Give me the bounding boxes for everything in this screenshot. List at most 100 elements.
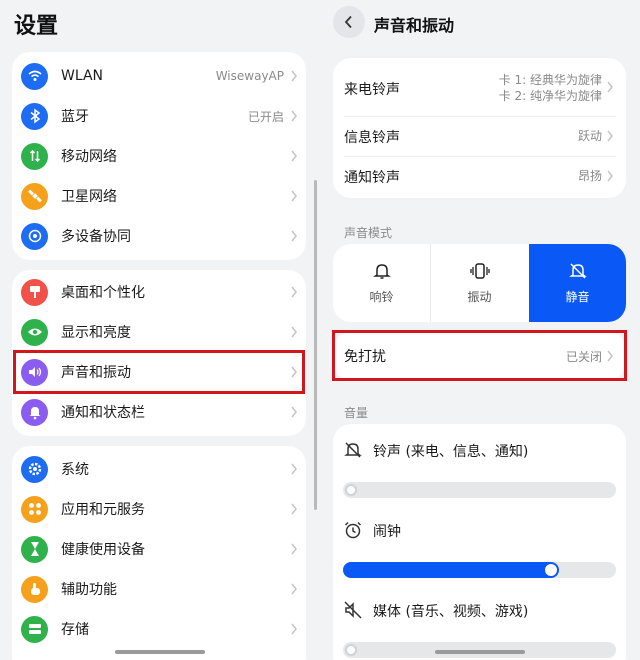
ringtone-value-sim1: 卡 1: 经典华为旋律: [498, 73, 602, 87]
bell-icon: [21, 398, 48, 426]
chevron-right-icon: [291, 463, 297, 475]
bell-icon: [372, 263, 391, 279]
wifi-icon: [21, 62, 48, 90]
apps-icon: [21, 495, 48, 523]
mode-vibrate[interactable]: 振动: [431, 244, 528, 322]
slider-thumb[interactable]: [345, 644, 357, 656]
settings-item-satellite[interactable]: 卫星网络: [12, 176, 306, 216]
settings-item-desktop[interactable]: 桌面和个性化: [12, 272, 306, 312]
chevron-right-icon: [291, 190, 297, 202]
eye-icon: [21, 318, 48, 346]
settings-item-label: 健康使用设备: [61, 542, 145, 558]
settings-group-connectivity: WLAN WisewayAP 蓝牙 已开启 移动网络 卫星网络 多设备协同: [12, 52, 306, 260]
ringtone-label: 通知铃声: [344, 170, 400, 186]
chevron-right-icon: [291, 70, 297, 82]
settings-item-label: WLAN: [61, 68, 104, 84]
mode-silent[interactable]: 静音: [529, 244, 626, 322]
ringtone-label: 来电铃声: [344, 82, 400, 98]
highlight-box-sound: [13, 350, 305, 394]
settings-group-system: 系统 应用和元服务 健康使用设备 辅助功能 存储: [12, 446, 306, 660]
settings-item-label: 通知和状态栏: [61, 405, 145, 421]
speaker-muted-icon: [344, 601, 362, 619]
satellite-icon: [21, 182, 48, 210]
settings-item-value: 已开启: [247, 109, 284, 124]
chevron-right-icon: [291, 150, 297, 162]
slider-thumb[interactable]: [345, 484, 357, 496]
ringtone-row-notification[interactable]: 通知铃声 昂扬: [333, 156, 626, 196]
chevron-right-icon: [291, 543, 297, 555]
mode-label: 振动: [467, 289, 492, 304]
settings-item-label: 应用和元服务: [61, 502, 145, 518]
settings-item-label: 移动网络: [61, 149, 117, 165]
chevron-right-icon: [291, 110, 297, 122]
settings-item-label: 辅助功能: [61, 582, 117, 598]
settings-item-value: WisewayAP: [215, 69, 284, 83]
volume-card: 铃声 (来电、信息、通知) 闹钟 媒体 (音乐、视频、游戏): [333, 424, 626, 660]
settings-item-label: 卫星网络: [61, 189, 117, 205]
ringtone-card: 来电铃声 卡 1: 经典华为旋律 卡 2: 纯净华为旋律 信息铃声 跃动 通知铃…: [333, 58, 626, 198]
chevron-right-icon: [607, 81, 613, 93]
chevron-right-icon: [291, 286, 297, 298]
ringtone-label: 信息铃声: [344, 130, 400, 146]
page-title: 设置: [14, 14, 59, 39]
multi-device-icon: [21, 222, 48, 250]
settings-item-notifications[interactable]: 通知和状态栏: [12, 392, 306, 432]
chevron-right-icon: [291, 406, 297, 418]
volume-label: 媒体 (音乐、视频、游戏): [373, 604, 529, 620]
settings-item-health[interactable]: 健康使用设备: [12, 529, 306, 569]
bell-muted-icon: [344, 442, 362, 458]
chevron-right-icon: [607, 130, 613, 142]
settings-item-label: 显示和亮度: [61, 325, 131, 341]
settings-item-label: 桌面和个性化: [61, 285, 145, 301]
settings-item-multi-device[interactable]: 多设备协同: [12, 216, 306, 256]
left-scrollbar[interactable]: [314, 180, 317, 510]
chevron-right-icon: [607, 170, 613, 182]
ringtone-value: 卡 1: 经典华为旋律 卡 2: 纯净华为旋律: [499, 72, 602, 104]
slider-fill: [343, 562, 559, 578]
right-home-indicator[interactable]: [435, 650, 525, 654]
settings-item-mobile-network[interactable]: 移动网络: [12, 136, 306, 176]
brush-icon: [21, 278, 48, 306]
vibrate-icon: [469, 262, 490, 279]
settings-item-label: 蓝牙: [61, 109, 89, 125]
settings-item-label: 多设备协同: [61, 229, 131, 245]
volume-slider-alarm[interactable]: [343, 562, 616, 578]
settings-item-label: 系统: [61, 462, 89, 478]
settings-item-accessibility[interactable]: 辅助功能: [12, 569, 306, 609]
highlight-box-dnd: [332, 330, 627, 381]
settings-item-label: 存储: [61, 622, 89, 638]
hourglass-icon: [21, 535, 48, 563]
mode-label: 响铃: [369, 289, 394, 304]
settings-item-bluetooth[interactable]: 蓝牙 已开启: [12, 96, 306, 136]
slider-thumb[interactable]: [544, 564, 557, 576]
mode-label: 静音: [565, 289, 590, 304]
settings-item-system[interactable]: 系统: [12, 449, 306, 489]
left-home-indicator[interactable]: [115, 650, 205, 654]
ringtone-value-sim2: 卡 2: 纯净华为旋律: [498, 89, 602, 103]
hand-icon: [21, 575, 48, 603]
ringtone-row-call[interactable]: 来电铃声 卡 1: 经典华为旋律 卡 2: 纯净华为旋律: [333, 58, 626, 116]
ringtone-row-message[interactable]: 信息铃声 跃动: [333, 116, 626, 156]
ringtone-value: 跃动: [577, 129, 602, 143]
bluetooth-icon: [21, 102, 48, 130]
mode-ring[interactable]: 响铃: [333, 244, 430, 322]
chevron-right-icon: [291, 326, 297, 338]
settings-item-apps[interactable]: 应用和元服务: [12, 489, 306, 529]
back-button[interactable]: [333, 6, 365, 38]
alarm-clock-icon: [344, 521, 362, 539]
mobile-network-icon: [21, 142, 48, 170]
storage-icon: [21, 615, 48, 643]
gear-icon: [21, 455, 48, 483]
settings-item-display[interactable]: 显示和亮度: [12, 312, 306, 352]
bell-off-icon: [568, 262, 587, 279]
ringtone-value: 昂扬: [577, 169, 602, 183]
settings-item-storage[interactable]: 存储: [12, 609, 306, 649]
chevron-right-icon: [291, 230, 297, 242]
volume-slider-ringtone[interactable]: [343, 482, 616, 498]
section-label-sound-mode: 声音模式: [344, 226, 393, 240]
chevron-right-icon: [291, 623, 297, 635]
volume-label: 铃声 (来电、信息、通知): [373, 444, 529, 460]
settings-item-wlan[interactable]: WLAN WisewayAP: [12, 56, 306, 96]
chevron-right-icon: [291, 583, 297, 595]
sound-mode-selector: 响铃 振动 静音: [333, 244, 626, 322]
